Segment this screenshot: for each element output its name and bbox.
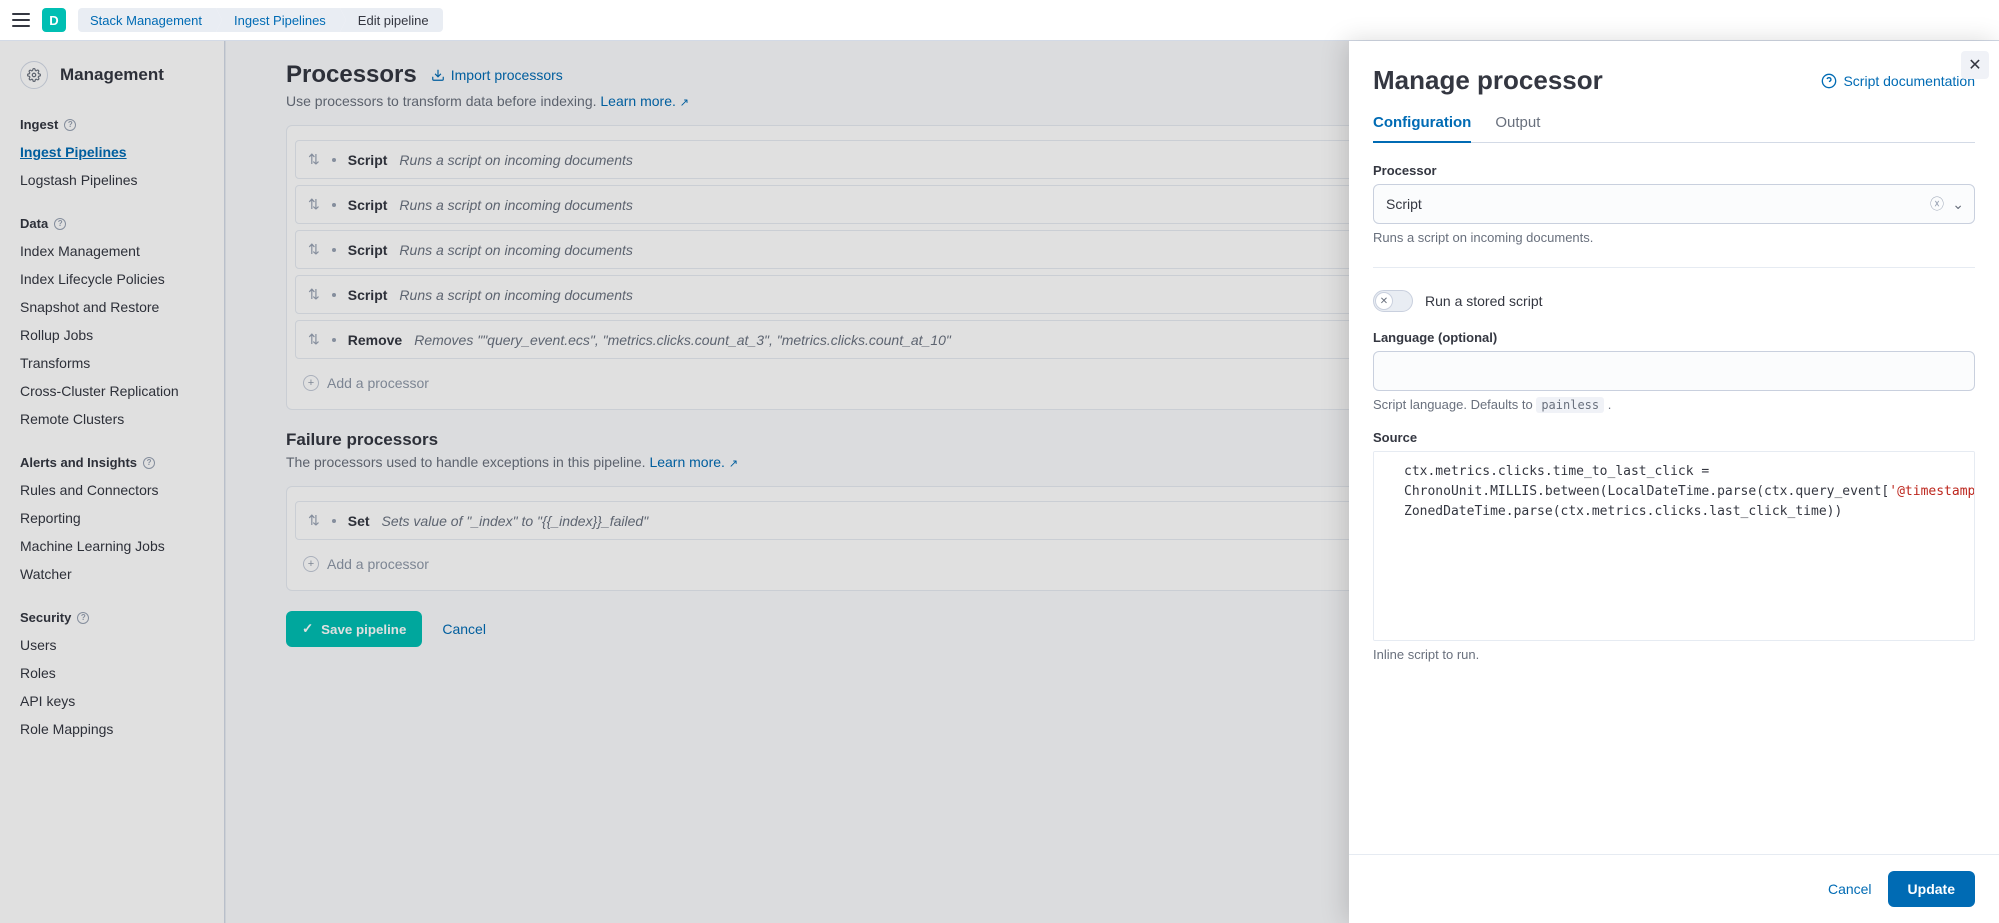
language-field-label: Language (optional) [1373, 330, 1975, 345]
menu-icon[interactable] [12, 13, 30, 27]
processor-field-label: Processor [1373, 163, 1975, 178]
processor-select-value: Script [1386, 196, 1422, 212]
flyout-title: Manage processor [1373, 65, 1603, 96]
source-field-label: Source [1373, 430, 1975, 445]
help-icon [1821, 73, 1837, 89]
flyout-footer: Cancel Update [1349, 854, 1999, 923]
tab-configuration[interactable]: Configuration [1373, 114, 1471, 143]
breadcrumb-edit-pipeline: Edit pipeline [340, 8, 443, 32]
processor-select[interactable]: Script ⓧ ⌄ [1373, 184, 1975, 224]
script-documentation-link[interactable]: Script documentation [1821, 73, 1975, 89]
stored-script-toggle[interactable]: ✕ [1373, 290, 1413, 312]
breadcrumb: Stack Management Ingest Pipelines Edit p… [78, 8, 443, 32]
stored-script-toggle-label: Run a stored script [1425, 293, 1543, 309]
tab-output[interactable]: Output [1495, 114, 1540, 142]
clear-icon[interactable]: ⓧ [1930, 194, 1944, 214]
divider [1373, 267, 1975, 268]
processor-help-text: Runs a script on incoming documents. [1373, 230, 1975, 245]
manage-processor-flyout: ✕ Manage processor Script documentation … [1349, 41, 1999, 923]
avatar[interactable]: D [42, 8, 66, 32]
close-icon[interactable]: ✕ [1961, 51, 1989, 79]
chevron-down-icon[interactable]: ⌄ [1952, 196, 1964, 213]
cancel-button[interactable]: Cancel [1828, 881, 1872, 897]
source-help-text: Inline script to run. [1373, 647, 1975, 662]
toggle-thumb: ✕ [1375, 292, 1393, 310]
breadcrumb-ingest-pipelines[interactable]: Ingest Pipelines [216, 8, 340, 32]
language-input[interactable] [1373, 351, 1975, 391]
language-help-text: Script language. Defaults to painless . [1373, 397, 1975, 412]
top-bar: D Stack Management Ingest Pipelines Edit… [0, 0, 1999, 41]
source-code-editor[interactable]: ctx.metrics.clicks.time_to_last_click = … [1373, 451, 1975, 641]
breadcrumb-stack-management[interactable]: Stack Management [78, 8, 216, 32]
flyout-tabs: Configuration Output [1373, 114, 1975, 143]
update-button[interactable]: Update [1888, 871, 1975, 907]
